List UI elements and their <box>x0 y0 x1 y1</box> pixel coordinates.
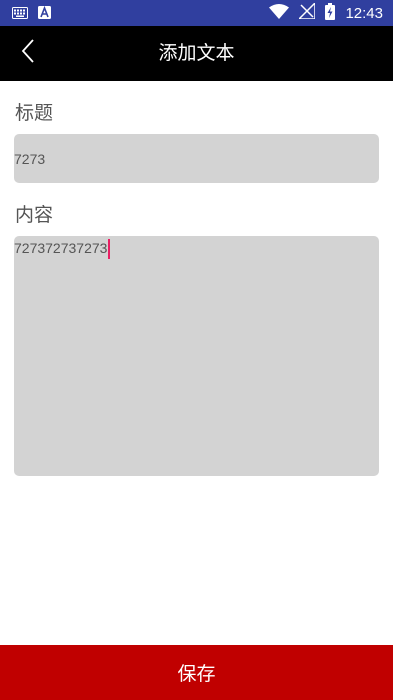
title-label: 标题 <box>15 102 54 124</box>
keyboard-icon <box>12 4 28 23</box>
content-label: 内容 <box>15 204 54 226</box>
a-notification-icon <box>38 4 51 23</box>
text-cursor <box>108 239 111 260</box>
back-button[interactable] <box>10 35 46 71</box>
title-input-value: 7273 <box>14 150 46 167</box>
page-title: 添加文本 <box>158 42 235 64</box>
status-bar: 12:43 <box>0 0 393 26</box>
status-right: 12:43 <box>269 1 383 24</box>
content-textarea[interactable]: 727372737273 <box>14 236 379 476</box>
chevron-left-icon <box>21 39 35 67</box>
no-signal-icon <box>297 1 317 23</box>
app-bar: 添加文本 <box>0 26 393 81</box>
status-left <box>12 4 51 23</box>
wifi-icon <box>269 3 290 23</box>
status-time: 12:43 <box>345 4 383 22</box>
title-input[interactable]: 7273 <box>14 134 379 183</box>
battery-charging-icon <box>325 2 336 24</box>
save-button[interactable]: 保存 <box>0 645 393 700</box>
save-button-label: 保存 <box>177 663 216 685</box>
content-textarea-value: 727372737273 <box>14 240 108 256</box>
